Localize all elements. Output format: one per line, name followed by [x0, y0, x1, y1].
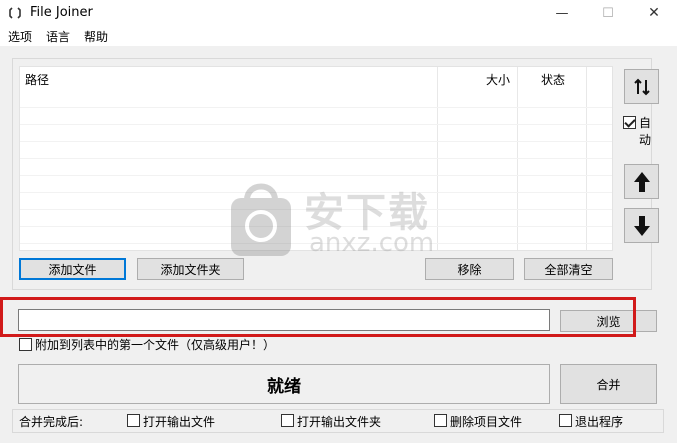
file-list-panel: 路径 大小 状态 添加文件 添加文件夹 移除 全部清空 自动: [12, 58, 659, 290]
row-gridline: [20, 141, 612, 142]
open-output-file-label: 打开输出文件: [143, 415, 216, 429]
menu-help[interactable]: 帮助: [84, 28, 108, 45]
auto-sort-label: 自动: [639, 116, 652, 147]
open-output-file-checkbox[interactable]: [127, 414, 140, 427]
arrow-down-icon: [633, 215, 650, 236]
close-button[interactable]: ✕: [631, 0, 677, 26]
menu-language[interactable]: 语言: [46, 28, 70, 45]
auto-sort-checkbox[interactable]: [623, 116, 636, 129]
append-first-label: 附加到列表中的第一个文件（仅高级用户！）: [35, 338, 276, 352]
app-icon: [9, 7, 21, 19]
column-divider: [586, 67, 587, 250]
move-down-button[interactable]: [624, 208, 659, 243]
after-merge-panel: 合并完成后: 打开输出文件 打开输出文件夹 删除项目文件 退出程序: [12, 409, 664, 433]
menu-bar: 选项 语言 帮助: [0, 26, 677, 46]
column-divider: [437, 67, 438, 250]
column-path[interactable]: 路径: [25, 71, 49, 88]
add-file-button[interactable]: 添加文件: [19, 258, 126, 280]
append-first-checkbox[interactable]: [19, 338, 32, 351]
sort-arrows-icon: [633, 78, 650, 95]
open-output-folder-checkbox[interactable]: [281, 414, 294, 427]
merge-button[interactable]: 合并: [560, 364, 657, 404]
output-path-input[interactable]: [18, 309, 550, 331]
title-bar: File Joiner — ☐ ✕: [0, 0, 677, 26]
status-display: 就绪: [18, 364, 550, 404]
row-gridline: [20, 175, 612, 176]
window-title: File Joiner: [30, 5, 93, 20]
open-output-folder-label: 打开输出文件夹: [297, 415, 382, 429]
after-merge-label: 合并完成后:: [19, 415, 84, 429]
column-size[interactable]: 大小: [486, 71, 510, 88]
arrow-up-icon: [633, 171, 650, 192]
minimize-button[interactable]: —: [539, 0, 585, 26]
clear-all-button[interactable]: 全部清空: [524, 258, 613, 280]
column-status[interactable]: 状态: [541, 71, 565, 88]
row-gridline: [20, 158, 612, 159]
row-gridline: [20, 243, 612, 244]
row-gridline: [20, 209, 612, 210]
column-divider: [517, 67, 518, 250]
row-gridline: [20, 192, 612, 193]
row-gridline: [20, 226, 612, 227]
row-gridline: [20, 124, 612, 125]
maximize-button[interactable]: ☐: [585, 0, 631, 26]
menu-options[interactable]: 选项: [8, 28, 32, 45]
exit-program-checkbox[interactable]: [559, 414, 572, 427]
file-list[interactable]: 路径 大小 状态: [19, 66, 613, 251]
sort-button[interactable]: [624, 69, 659, 104]
add-folder-button[interactable]: 添加文件夹: [137, 258, 244, 280]
delete-project-file-checkbox[interactable]: [434, 414, 447, 427]
delete-project-file-label: 删除项目文件: [450, 415, 523, 429]
exit-program-label: 退出程序: [575, 415, 624, 429]
remove-button[interactable]: 移除: [425, 258, 514, 280]
status-text: 就绪: [267, 376, 301, 397]
move-up-button[interactable]: [624, 164, 659, 199]
row-gridline: [20, 107, 612, 108]
browse-button[interactable]: 浏览: [560, 310, 657, 332]
list-header: 路径 大小 状态: [20, 67, 612, 91]
